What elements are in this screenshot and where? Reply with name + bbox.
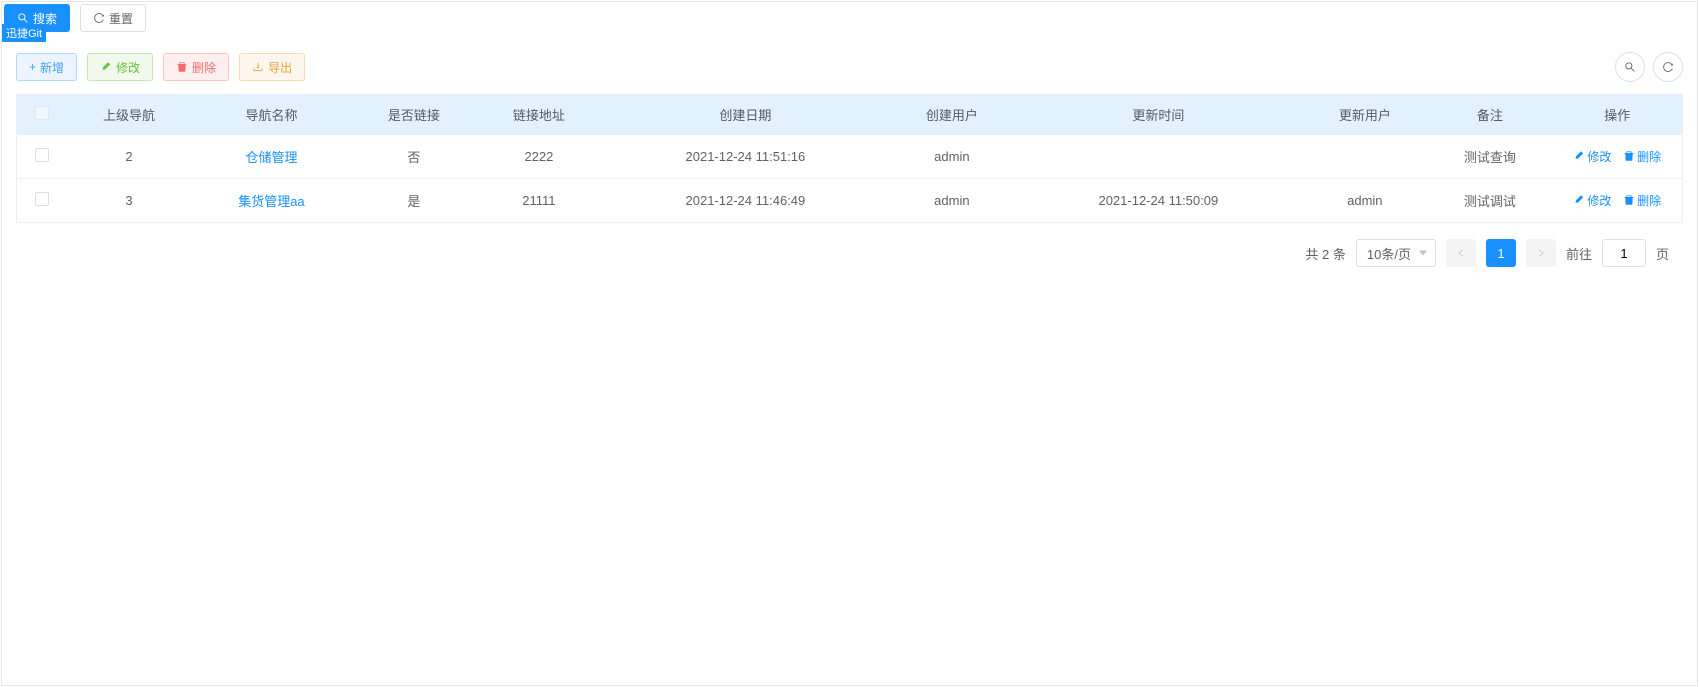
col-operation: 操作 <box>1553 95 1683 135</box>
goto-suffix: 页 <box>1656 244 1669 263</box>
row-delete-link[interactable]: 删除 <box>1623 192 1661 209</box>
page-1-button[interactable]: 1 <box>1486 239 1516 267</box>
refresh-button[interactable] <box>1653 52 1683 82</box>
reset-button[interactable]: 重置 <box>80 4 146 32</box>
next-page-button[interactable] <box>1526 239 1556 267</box>
delete-button-label: 删除 <box>192 59 216 76</box>
nav-name-link[interactable]: 集货管理aa <box>238 194 304 209</box>
row-delete-link[interactable]: 删除 <box>1623 148 1661 165</box>
col-is-link: 是否链接 <box>351 95 476 135</box>
cell-is-link: 是 <box>351 179 476 223</box>
cell-update-time <box>1014 135 1302 179</box>
cell-remark: 测试查询 <box>1427 135 1552 179</box>
cell-parent-nav: 3 <box>67 179 192 223</box>
col-link-url: 链接地址 <box>476 95 601 135</box>
cell-parent-nav: 2 <box>67 135 192 179</box>
cell-update-user <box>1302 135 1427 179</box>
cell-link-url: 21111 <box>476 179 601 223</box>
prev-page-button[interactable] <box>1446 239 1476 267</box>
cell-update-user: admin <box>1302 179 1427 223</box>
plus-icon: + <box>29 60 36 74</box>
col-create-user: 创建用户 <box>889 95 1014 135</box>
download-icon <box>252 61 264 73</box>
edit-icon <box>1573 150 1585 162</box>
cell-link-url: 2222 <box>476 135 601 179</box>
nav-name-link[interactable]: 仓储管理 <box>245 150 297 165</box>
table-row: 3 集货管理aa 是 21111 2021-12-24 11:46:49 adm… <box>17 179 1683 223</box>
refresh-icon <box>93 12 105 24</box>
col-remark: 备注 <box>1427 95 1552 135</box>
pagination: 共 2 条 10条/页 1 前往 页 <box>2 223 1697 283</box>
col-update-user: 更新用户 <box>1302 95 1427 135</box>
row-edit-label: 修改 <box>1587 148 1611 165</box>
page-size-select[interactable]: 10条/页 <box>1356 239 1436 267</box>
pagination-total: 共 2 条 <box>1305 244 1345 263</box>
row-checkbox[interactable] <box>35 192 49 206</box>
trash-icon <box>1623 194 1635 206</box>
cell-create-user: admin <box>889 135 1014 179</box>
cell-is-link: 否 <box>351 135 476 179</box>
table-row: 2 仓储管理 否 2222 2021-12-24 11:51:16 admin … <box>17 135 1683 179</box>
col-nav-name: 导航名称 <box>192 95 352 135</box>
add-button[interactable]: + 新增 <box>16 53 77 81</box>
col-update-time: 更新时间 <box>1014 95 1302 135</box>
export-button-label: 导出 <box>268 59 292 76</box>
delete-button[interactable]: 删除 <box>163 53 229 81</box>
row-checkbox[interactable] <box>35 148 49 162</box>
row-delete-label: 删除 <box>1637 148 1661 165</box>
select-all-checkbox[interactable] <box>35 106 49 120</box>
cell-create-date: 2021-12-24 11:51:16 <box>601 135 889 179</box>
goto-prefix: 前往 <box>1566 244 1592 263</box>
row-edit-label: 修改 <box>1587 192 1611 209</box>
refresh-icon <box>1662 61 1674 73</box>
reset-button-label: 重置 <box>109 10 133 27</box>
toggle-search-button[interactable] <box>1615 52 1645 82</box>
search-icon <box>17 12 29 24</box>
edit-icon <box>100 61 112 73</box>
col-parent-nav: 上级导航 <box>67 95 192 135</box>
trash-icon <box>176 61 188 73</box>
logo-badge: 迅捷Git <box>2 24 46 42</box>
col-create-date: 创建日期 <box>601 95 889 135</box>
trash-icon <box>1623 150 1635 162</box>
edit-button[interactable]: 修改 <box>87 53 153 81</box>
cell-create-date: 2021-12-24 11:46:49 <box>601 179 889 223</box>
page-size-value: 10条/页 <box>1367 244 1411 263</box>
row-edit-link[interactable]: 修改 <box>1573 192 1611 209</box>
add-button-label: 新增 <box>40 59 64 76</box>
export-button[interactable]: 导出 <box>239 53 305 81</box>
cell-update-time: 2021-12-24 11:50:09 <box>1014 179 1302 223</box>
edit-icon <box>1573 194 1585 206</box>
cell-remark: 测试调试 <box>1427 179 1552 223</box>
cell-create-user: admin <box>889 179 1014 223</box>
row-edit-link[interactable]: 修改 <box>1573 148 1611 165</box>
chevron-left-icon <box>1456 248 1466 258</box>
row-delete-label: 删除 <box>1637 192 1661 209</box>
search-icon <box>1624 61 1636 73</box>
chevron-right-icon <box>1536 248 1546 258</box>
goto-page-input[interactable] <box>1602 239 1646 267</box>
data-table: 上级导航 导航名称 是否链接 链接地址 创建日期 创建用户 更新时间 更新用户 … <box>16 94 1683 223</box>
edit-button-label: 修改 <box>116 59 140 76</box>
